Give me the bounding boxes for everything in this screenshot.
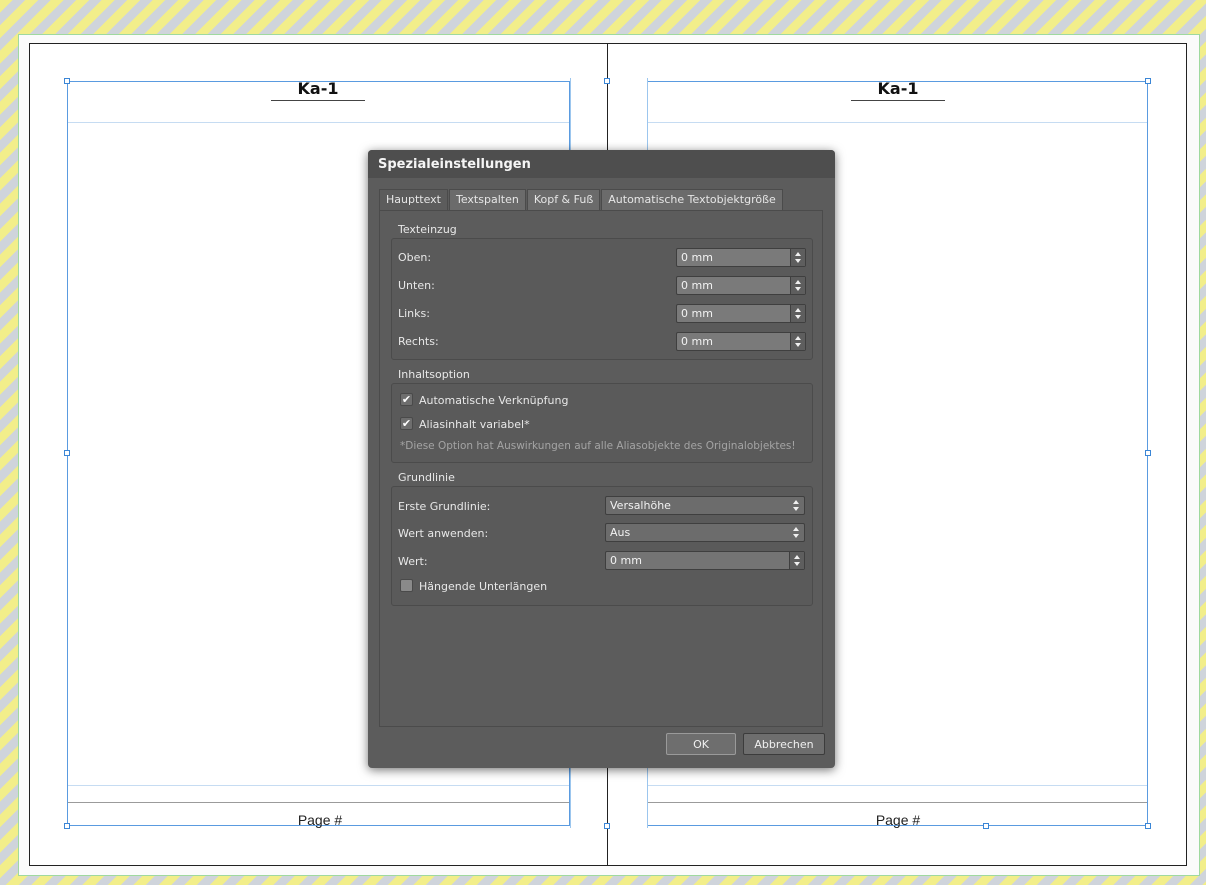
dialog-title[interactable]: Spezialeinstellungen bbox=[368, 150, 835, 178]
group-inhaltsoption: ✔ Automatische Verknüpfung ✔ Aliasinhalt… bbox=[391, 383, 813, 463]
select-wert-anwenden-value: Aus bbox=[610, 526, 631, 539]
label-unten: Unten: bbox=[398, 279, 435, 292]
left-header-underline bbox=[271, 100, 365, 101]
handle-top-right[interactable] bbox=[1145, 78, 1151, 84]
label-oben: Oben: bbox=[398, 251, 432, 264]
select-erste-grundlinie[interactable]: Versalhöhe bbox=[605, 496, 805, 515]
input-oben[interactable]: 0 mm bbox=[676, 248, 806, 267]
label-erste-grundlinie: Erste Grundlinie: bbox=[398, 500, 491, 513]
tab-panel-haupttext: Texteinzug Oben: 0 mm Unten: 0 mm Links:… bbox=[379, 210, 823, 727]
dropdown-wert-anwenden-icon[interactable] bbox=[789, 524, 804, 541]
spinner-links-icon[interactable] bbox=[790, 305, 805, 322]
group-grundlinie: Erste Grundlinie: Versalhöhe Wert anwend… bbox=[391, 486, 813, 606]
label-rechts: Rechts: bbox=[398, 335, 439, 348]
ok-button[interactable]: OK bbox=[666, 733, 736, 755]
label-wert: Wert: bbox=[398, 555, 428, 568]
handle-bottom-mid-right[interactable] bbox=[983, 823, 989, 829]
input-rechts-value: 0 mm bbox=[681, 335, 713, 348]
right-footer-guide bbox=[648, 785, 1147, 786]
select-wert-anwenden[interactable]: Aus bbox=[605, 523, 805, 542]
right-footer-line bbox=[648, 802, 1147, 803]
left-footer-line bbox=[68, 802, 569, 803]
right-page-header[interactable]: Ka-1 bbox=[851, 79, 945, 98]
handle-top-left[interactable] bbox=[64, 78, 70, 84]
right-header-underline bbox=[851, 100, 945, 101]
label-alias-variable[interactable]: Aliasinhalt variabel* bbox=[419, 418, 530, 431]
handle-top-center[interactable] bbox=[604, 78, 610, 84]
input-wert[interactable]: 0 mm bbox=[605, 551, 805, 570]
tab-textspalten[interactable]: Textspalten bbox=[449, 189, 526, 210]
left-header-guide bbox=[68, 122, 569, 123]
tab-auto-textobjektgroesse[interactable]: Automatische Textobjektgröße bbox=[601, 189, 783, 210]
spinner-oben-icon[interactable] bbox=[790, 249, 805, 266]
label-links: Links: bbox=[398, 307, 430, 320]
group-texteinzug: Oben: 0 mm Unten: 0 mm Links: 0 mm Recht… bbox=[391, 238, 813, 360]
left-page-footer[interactable]: Page # bbox=[280, 812, 360, 828]
group-label-texteinzug: Texteinzug bbox=[398, 223, 457, 236]
select-erste-grundlinie-value: Versalhöhe bbox=[610, 499, 671, 512]
special-settings-dialog: Spezialeinstellungen Haupttext Textspalt… bbox=[368, 150, 835, 768]
group-label-inhaltsoption: Inhaltsoption bbox=[398, 368, 470, 381]
input-links-value: 0 mm bbox=[681, 307, 713, 320]
input-links[interactable]: 0 mm bbox=[676, 304, 806, 323]
label-haengende-unterlaengen[interactable]: Hängende Unterlängen bbox=[419, 580, 547, 593]
label-auto-link[interactable]: Automatische Verknüpfung bbox=[419, 394, 568, 407]
handle-middle-left[interactable] bbox=[64, 450, 70, 456]
cancel-button[interactable]: Abbrechen bbox=[743, 733, 825, 755]
spinner-rechts-icon[interactable] bbox=[790, 333, 805, 350]
checkbox-alias-variable[interactable]: ✔ bbox=[400, 417, 413, 430]
input-wert-value: 0 mm bbox=[610, 554, 642, 567]
dropdown-erste-grundlinie-icon[interactable] bbox=[789, 497, 804, 514]
input-unten[interactable]: 0 mm bbox=[676, 276, 806, 295]
input-unten-value: 0 mm bbox=[681, 279, 713, 292]
alias-hint: *Diese Option hat Auswirkungen auf alle … bbox=[400, 440, 796, 452]
checkbox-haengende-unterlaengen[interactable] bbox=[400, 579, 413, 592]
group-label-grundlinie: Grundlinie bbox=[398, 471, 455, 484]
tab-kopf-fuss[interactable]: Kopf & Fuß bbox=[526, 189, 601, 210]
handle-bottom-left[interactable] bbox=[64, 823, 70, 829]
right-page-footer[interactable]: Page # bbox=[858, 812, 938, 828]
tab-haupttext[interactable]: Haupttext bbox=[379, 189, 448, 210]
label-wert-anwenden: Wert anwenden: bbox=[398, 527, 489, 540]
handle-bottom-center[interactable] bbox=[604, 823, 610, 829]
tab-bar: Haupttext Textspalten Kopf & Fuß Automat… bbox=[379, 189, 784, 210]
left-page-header[interactable]: Ka-1 bbox=[271, 79, 365, 98]
spinner-wert-icon[interactable] bbox=[789, 552, 804, 569]
handle-middle-right[interactable] bbox=[1145, 450, 1151, 456]
left-footer-guide bbox=[68, 785, 569, 786]
handle-bottom-right[interactable] bbox=[1145, 823, 1151, 829]
right-header-guide bbox=[648, 122, 1147, 123]
checkbox-auto-link[interactable]: ✔ bbox=[400, 393, 413, 406]
input-oben-value: 0 mm bbox=[681, 251, 713, 264]
input-rechts[interactable]: 0 mm bbox=[676, 332, 806, 351]
spinner-unten-icon[interactable] bbox=[790, 277, 805, 294]
